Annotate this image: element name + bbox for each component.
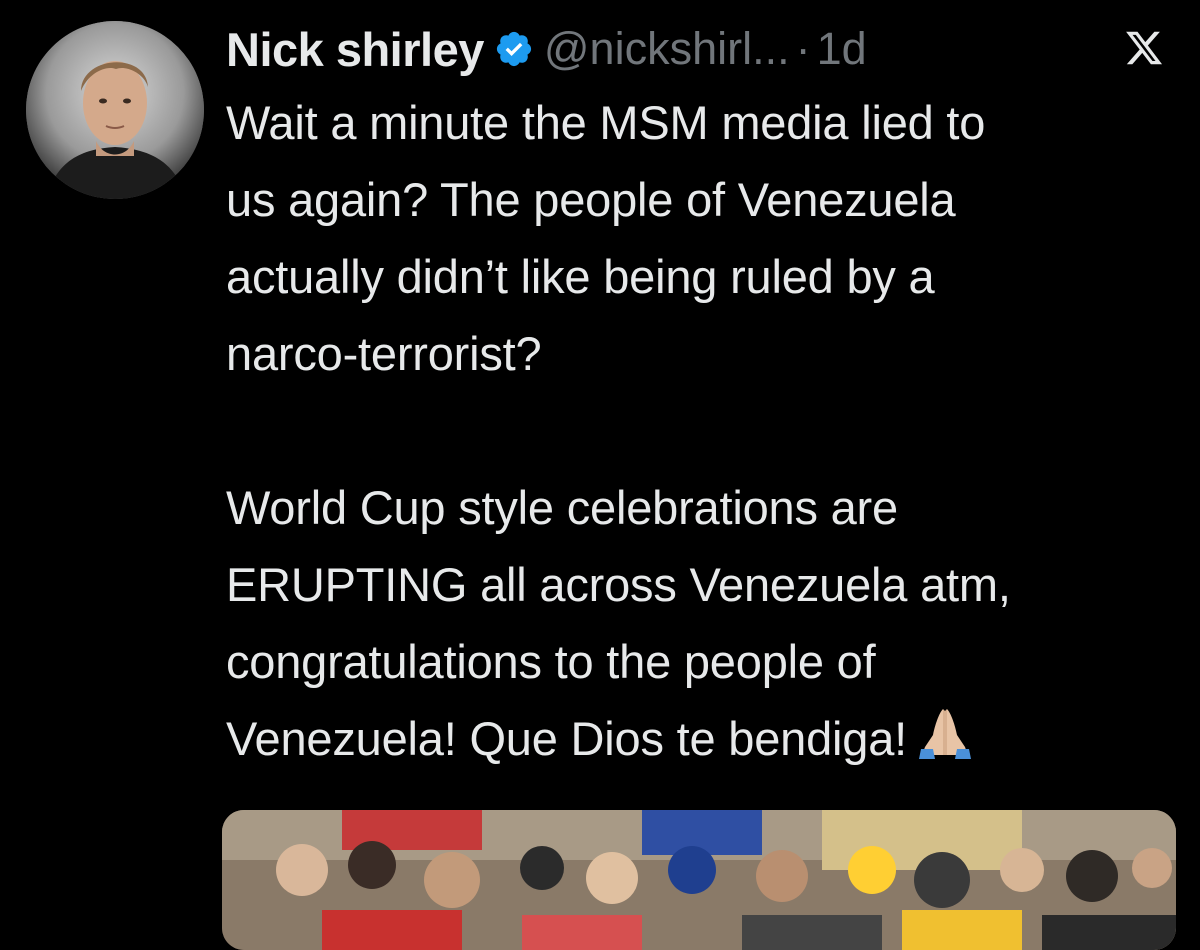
profile-photo [26,21,204,199]
tweet-timestamp[interactable]: 1d [817,23,867,75]
verified-badge-icon [494,29,534,69]
author-handle[interactable]: @nickshirl... [544,23,790,75]
crowd-photo [222,810,1176,950]
folded-hands-icon [915,703,975,763]
tweet-line: narco-terrorist? [226,327,542,380]
tweet-line: us again? The people of Venezuela [226,173,956,226]
tweet-line: congratulations to the people of [226,635,876,688]
tweet-line: World Cup style celebrations are [226,481,898,534]
separator-dot: · [795,23,811,74]
x-logo-icon[interactable] [1124,28,1164,68]
tweet-line-last: Venezuela! Que Dios te bendiga! [226,700,1186,777]
tweet-line: actually didn’t like being ruled by a [226,250,935,303]
tweet-line: Wait a minute the MSM media lied to [226,96,986,149]
tweet-line-text: Venezuela! Que Dios te bendiga! [226,712,908,765]
tweet-body: Wait a minute the MSM media lied to us a… [226,84,1186,777]
tweet-media-video[interactable] [222,810,1176,950]
author-avatar[interactable] [26,21,204,199]
tweet-line: ERUPTING all across Venezuela atm, [226,558,1011,611]
author-display-name[interactable]: Nick shirley [226,22,484,77]
tweet-header: Nick shirley @nickshirl... · 1d [226,18,1170,80]
